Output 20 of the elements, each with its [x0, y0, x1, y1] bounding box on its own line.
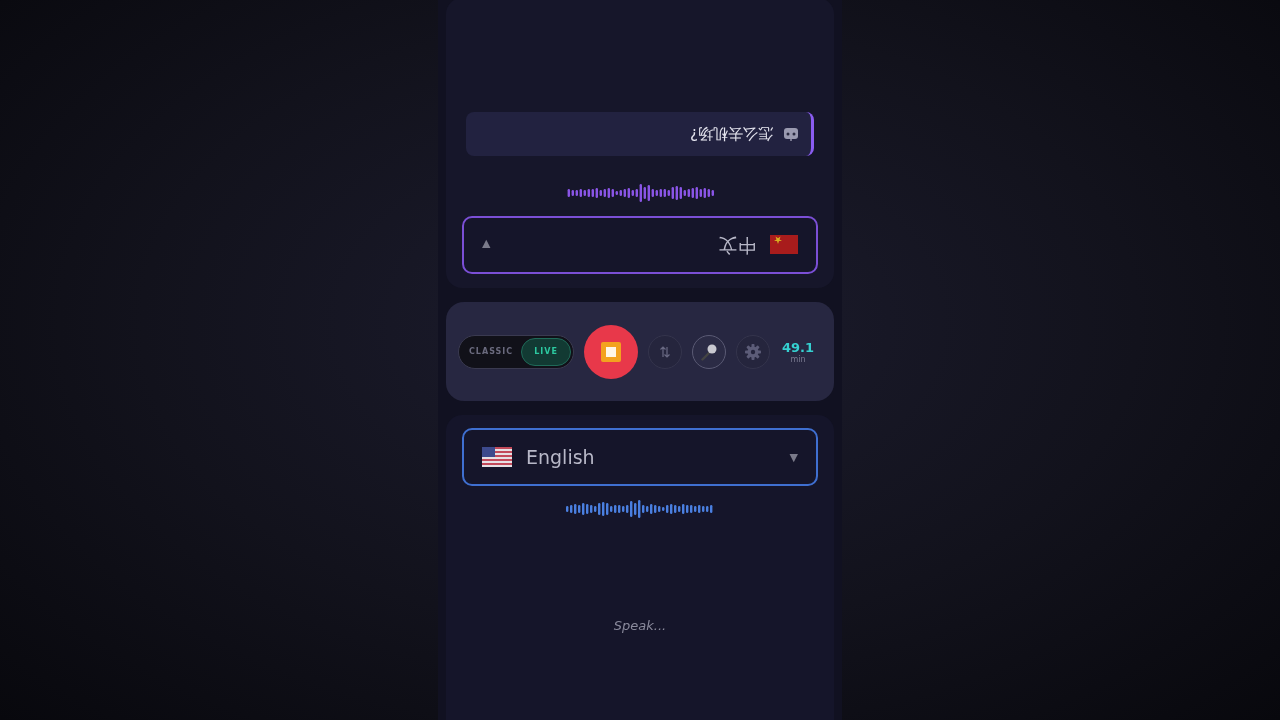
- china-flag-icon: [770, 235, 798, 255]
- caret-icon: ▼: [482, 238, 491, 252]
- language-dropdown[interactable]: 中文 ▼: [462, 216, 818, 274]
- caret-icon: ▼: [789, 450, 798, 464]
- language-label: 中文: [718, 234, 756, 258]
- speak-prompt: Speak...: [613, 618, 667, 633]
- translated-text: 怎么去机场?: [690, 124, 773, 144]
- microphone-button[interactable]: [691, 334, 726, 369]
- robot-icon: [783, 127, 799, 141]
- settings-icon: [743, 342, 762, 361]
- mode-tab[interactable]: CLASSIC: [461, 337, 522, 366]
- microphone-icon: [699, 342, 718, 361]
- swap-arrows-icon: [658, 345, 671, 358]
- us-flag-icon: [482, 447, 512, 467]
- usage-unit: min: [790, 354, 806, 364]
- language-dropdown[interactable]: English ▼: [462, 428, 818, 486]
- language-label: English: [526, 446, 595, 468]
- usage-value: 49.1: [781, 339, 814, 355]
- mode-tab[interactable]: LIVE: [521, 337, 571, 366]
- stop-icon: [600, 341, 621, 362]
